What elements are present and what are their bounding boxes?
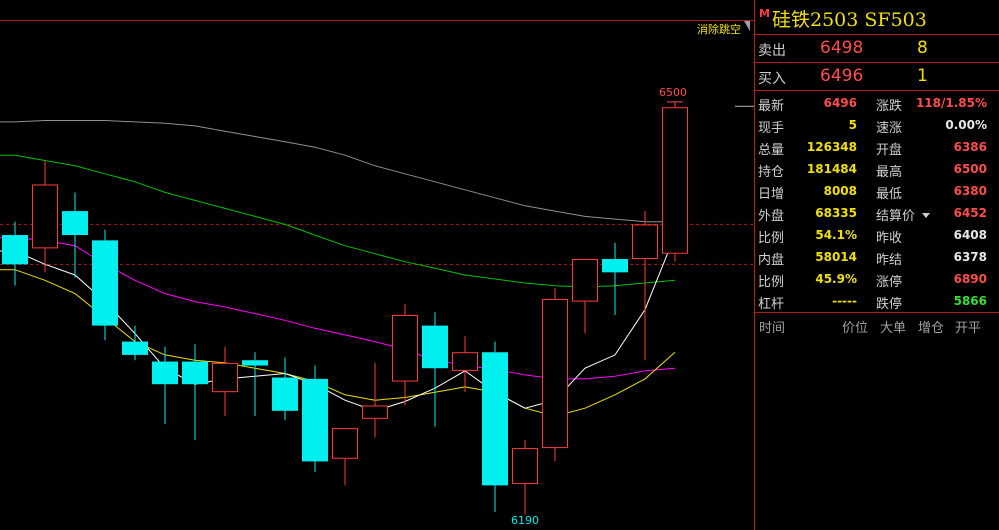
bid-label: 买入 xyxy=(758,71,786,87)
stat-label: 最新 xyxy=(758,99,785,114)
stat-value: 0.00% xyxy=(945,118,987,132)
stat-label: 内盘 xyxy=(758,253,785,268)
stat-label: 比例 xyxy=(758,231,785,246)
contract-title[interactable]: 硅铁2503 SF503 xyxy=(772,5,927,32)
stat-value: 54.1% xyxy=(815,228,857,242)
ask-price[interactable]: 6498 xyxy=(820,38,868,58)
stat-label: 外盘 xyxy=(758,209,785,224)
stat-value: 58014 xyxy=(815,250,857,264)
stat-value: 6380 xyxy=(953,184,987,198)
stat-label: 速涨 xyxy=(876,121,903,136)
stat-label: 涨停 xyxy=(876,275,903,290)
ticks-header-time: 时间 xyxy=(759,321,786,336)
stat-value: 6378 xyxy=(953,250,987,264)
divider xyxy=(755,312,999,313)
stat-value: 6386 xyxy=(953,140,987,154)
stat-value: 126348 xyxy=(806,140,857,154)
stat-value: 8008 xyxy=(823,184,857,198)
stat-label: 最低 xyxy=(876,187,903,202)
stat-value: 45.9% xyxy=(815,272,857,286)
ticks-header-open-close: 开平 xyxy=(955,321,982,336)
stat-value: 6500 xyxy=(953,162,987,176)
stat-value: 6496 xyxy=(823,96,857,110)
market-badge: M xyxy=(759,7,770,20)
ask-label: 卖出 xyxy=(758,43,786,59)
divider xyxy=(755,90,999,91)
stat-value: 181484 xyxy=(806,162,857,176)
stat-label: 现手 xyxy=(758,121,785,136)
ticks-header-oi-change: 增仓 xyxy=(918,321,945,336)
chart-right-border xyxy=(0,0,755,530)
stat-label: 比例 xyxy=(758,275,785,290)
remove-gap-button[interactable]: 消除跳空 xyxy=(693,21,747,37)
stat-value: 118/1.85% xyxy=(915,96,987,110)
stat-label: 跌停 xyxy=(876,297,903,312)
stat-value: ----- xyxy=(832,294,857,308)
bid-price[interactable]: 6496 xyxy=(820,66,868,86)
stat-label: 涨跌 xyxy=(876,99,903,114)
stat-label: 日增 xyxy=(758,187,785,202)
stat-value: 6890 xyxy=(953,272,987,286)
settlement-dropdown-icon[interactable] xyxy=(922,213,930,218)
stat-label: 最高 xyxy=(876,165,903,180)
stat-label: 昨结 xyxy=(876,253,903,268)
stat-label: 开盘 xyxy=(876,143,903,158)
divider xyxy=(755,62,999,63)
ticks-header-big-order: 大单 xyxy=(880,321,907,336)
ask-volume: 8 xyxy=(917,38,928,58)
corner-arrow-icon xyxy=(744,21,750,31)
divider xyxy=(755,34,999,35)
stat-label: 总量 xyxy=(758,143,785,158)
stat-value: 6452 xyxy=(953,206,987,220)
stat-label: 持仓 xyxy=(758,165,785,180)
stat-label[interactable]: 结算价 xyxy=(876,205,915,224)
stat-value: 6408 xyxy=(953,228,987,242)
quote-panel: M 硅铁2503 SF503 卖出 6498 8 买入 6496 1 最新 649… xyxy=(755,0,999,530)
stat-value: 5 xyxy=(848,118,857,132)
stat-label: 昨收 xyxy=(876,231,903,246)
stat-value: 5866 xyxy=(953,294,987,308)
bid-volume: 1 xyxy=(917,66,928,86)
ticks-header-price: 价位 xyxy=(842,321,869,336)
stat-label: 杠杆 xyxy=(758,297,785,312)
stat-value: 68335 xyxy=(815,206,857,220)
